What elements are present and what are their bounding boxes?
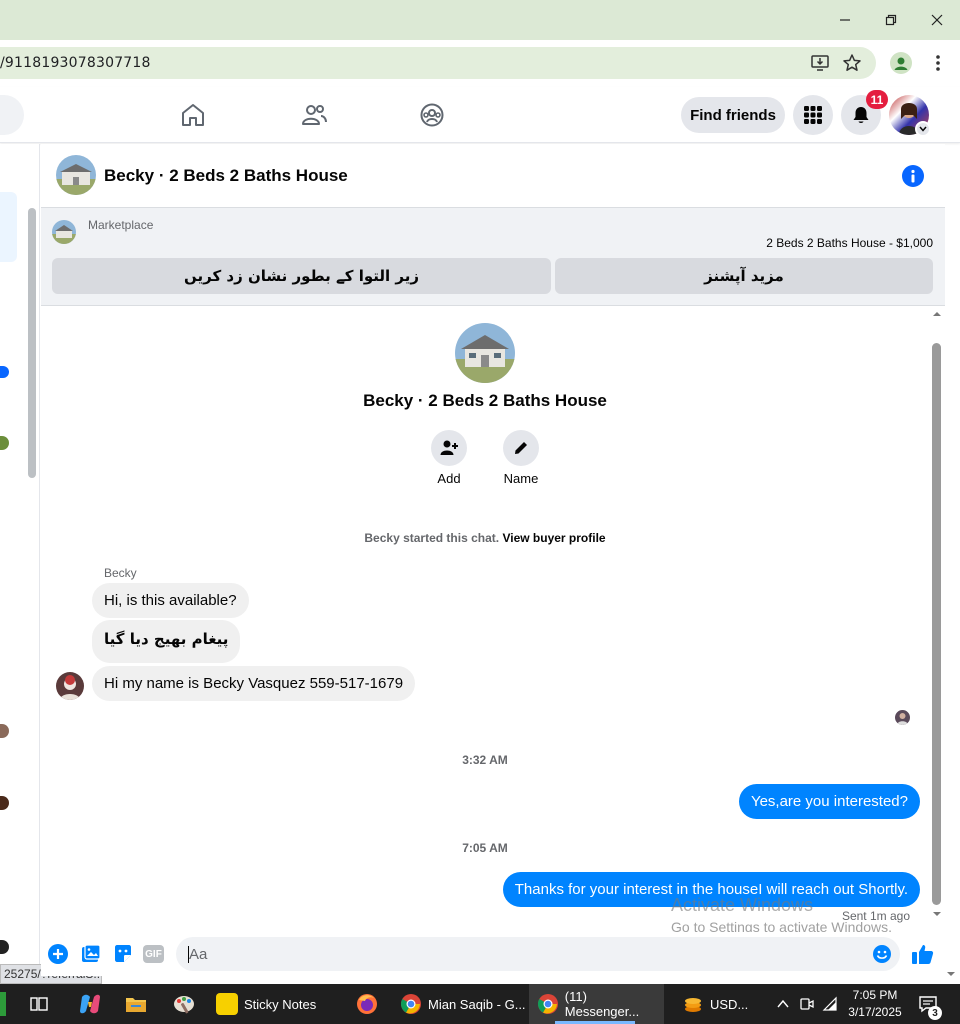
- account-chevron-icon[interactable]: [915, 121, 931, 137]
- taskbar-stock-widget[interactable]: USD...: [682, 984, 748, 1024]
- stock-icon: [685, 998, 701, 1012]
- window-titlebar: [0, 0, 960, 40]
- watermark-line1: Activate Windows: [671, 895, 814, 915]
- listing-thumbnail[interactable]: [56, 155, 96, 195]
- wifi-icon[interactable]: [822, 996, 838, 1017]
- sender-avatar[interactable]: [56, 672, 84, 700]
- minimize-icon[interactable]: [830, 8, 860, 32]
- url-text[interactable]: /9118193078307718: [0, 55, 151, 71]
- restore-icon[interactable]: [876, 8, 906, 32]
- listing-price[interactable]: 2 Beds 2 Baths House - $1,000: [640, 236, 933, 250]
- info-icon[interactable]: [902, 165, 924, 187]
- sent-message-bubble[interactable]: Yes,are you interested?: [738, 784, 920, 819]
- timestamp: 3:32 AM: [462, 753, 508, 767]
- add-label[interactable]: Add: [419, 471, 479, 486]
- chat-avatar[interactable]: [0, 436, 9, 450]
- tray-chevron-icon[interactable]: [776, 997, 790, 1016]
- copilot-icon[interactable]: [78, 993, 102, 1020]
- clock[interactable]: 7:05 PM 3/17/2025: [846, 987, 904, 1021]
- message-bubble[interactable]: Hi, is this available?: [92, 583, 249, 618]
- windows-taskbar: Sticky Notes Mian Saqib - G... (11) Mess…: [0, 984, 960, 1024]
- task-view-icon[interactable]: [30, 995, 48, 1018]
- more-options-button[interactable]: مزید آپشنز: [555, 258, 933, 294]
- paint-icon[interactable]: [172, 993, 196, 1020]
- message-bubble[interactable]: Hi my name is Becky Vasquez 559-517-1679: [92, 666, 416, 701]
- chrome-2-label: (11) Messenger...: [564, 989, 640, 1019]
- taskbar-sticky-notes[interactable]: Sticky Notes: [216, 984, 316, 1024]
- mark-pending-button[interactable]: زیر التوا کے بطور نشان زد کریں: [52, 258, 551, 294]
- marketplace-thumbnail: [52, 220, 76, 244]
- taskbar-chrome-messenger[interactable]: (11) Messenger...: [529, 984, 664, 1024]
- firefox-icon[interactable]: [355, 992, 379, 1021]
- started-text: Becky started this chat.: [364, 531, 500, 545]
- more-actions-plus-icon[interactable]: [48, 944, 68, 964]
- timestamp: 7:05 AM: [462, 841, 508, 855]
- chat-started-notice: Becky started this chat. View buyer prof…: [41, 531, 929, 545]
- profile-icon[interactable]: [890, 52, 912, 74]
- thread-profile-title: Becky · 2 Beds 2 Baths House: [363, 391, 607, 410]
- message-input-placeholder: Aa: [189, 946, 208, 963]
- start-partial-icon[interactable]: [0, 992, 6, 1016]
- taskbar-chrome-profile-1[interactable]: Mian Saqib - G...: [400, 984, 526, 1024]
- thumbs-up-icon[interactable]: [911, 943, 935, 970]
- page-scroll-down-icon[interactable]: [946, 970, 956, 978]
- chat-list-scrollbar[interactable]: [28, 208, 36, 478]
- message-bubble[interactable]: پیغام بھیج دیا گیا: [92, 620, 241, 663]
- bookmark-star-icon[interactable]: [842, 53, 862, 78]
- chat-avatar[interactable]: [0, 940, 9, 954]
- emoji-icon[interactable]: [872, 944, 892, 969]
- stock-label: USD...: [710, 996, 749, 1012]
- gif-icon[interactable]: GIF: [143, 945, 164, 963]
- notification-center-badge: 3: [928, 1006, 942, 1020]
- add-person-icon[interactable]: [431, 430, 467, 466]
- name-label[interactable]: Name: [491, 471, 551, 486]
- close-icon[interactable]: [922, 8, 952, 32]
- marketplace-label: Marketplace: [88, 218, 154, 232]
- chat-avatar[interactable]: [0, 724, 9, 738]
- home-icon[interactable]: [180, 102, 206, 133]
- clock-time: 7:05 PM: [852, 988, 898, 1002]
- chrome-1-label: Mian Saqib - G...: [428, 996, 526, 1012]
- file-explorer-icon[interactable]: [125, 994, 147, 1019]
- clock-date: 3/17/2025: [848, 1005, 902, 1019]
- thread-profile-photo[interactable]: [455, 323, 515, 383]
- sticker-icon[interactable]: [112, 943, 134, 970]
- friends-icon[interactable]: [300, 102, 328, 133]
- photo-attach-icon[interactable]: [80, 943, 102, 970]
- thread-scroll-thumb[interactable]: [932, 343, 941, 905]
- menu-grid-icon[interactable]: [793, 95, 833, 135]
- chrome-icon: [537, 994, 558, 1014]
- browser-menu-icon[interactable]: [928, 53, 948, 78]
- unread-dot: [0, 366, 9, 378]
- sticky-notes-icon: [216, 993, 238, 1015]
- thread-scrollbar[interactable]: [929, 306, 945, 918]
- install-app-icon[interactable]: [810, 53, 830, 78]
- meet-now-icon[interactable]: [799, 996, 815, 1017]
- edit-name-icon[interactable]: [503, 430, 539, 466]
- sender-name: Becky: [104, 566, 137, 580]
- chat-list-panel: [0, 144, 40, 992]
- chrome-icon: [400, 994, 421, 1014]
- sticky-notes-label: Sticky Notes: [244, 996, 317, 1012]
- selected-chat-highlight[interactable]: [0, 192, 17, 262]
- view-buyer-profile-link[interactable]: View buyer profile: [502, 531, 605, 545]
- find-friends-button[interactable]: Find friends: [681, 97, 785, 133]
- chat-title[interactable]: Becky · 2 Beds 2 Baths House: [104, 166, 348, 186]
- message-input[interactable]: Aa: [176, 937, 900, 971]
- seen-avatar: [895, 710, 910, 725]
- notification-badge: 11: [866, 90, 888, 109]
- chat-avatar[interactable]: [0, 796, 9, 810]
- groups-icon[interactable]: [419, 102, 445, 133]
